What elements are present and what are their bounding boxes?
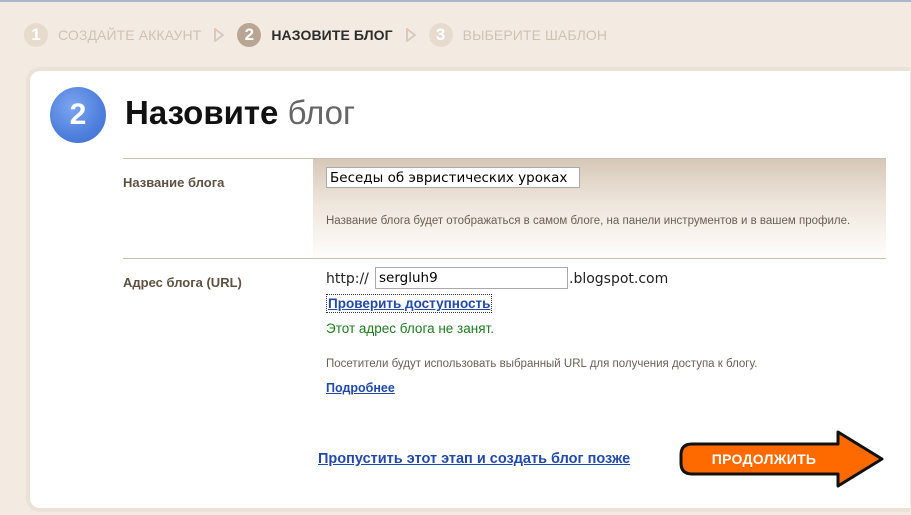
skip-step-link[interactable]: Пропустить этот этап и создать блог позж… <box>318 451 630 467</box>
page-title-bold: Назовите <box>125 94 279 131</box>
blog-name-help-text: Название блога будет отображаться в само… <box>326 215 851 227</box>
continue-button[interactable]: ПРОДОЛЖИТЬ <box>678 429 888 489</box>
step-label: СОЗДАЙТЕ АККАУНТ <box>58 27 202 43</box>
step-number: 2 <box>237 23 262 47</box>
step-label: ВЫБЕРИТЕ ШАБЛОН <box>462 27 608 43</box>
step-create-account: 1 СОЗДАЙТЕ АККАУНТ <box>24 23 201 47</box>
url-prefix: http:// <box>326 271 369 287</box>
current-step-badge: 2 <box>50 87 106 143</box>
check-availability-link[interactable]: Проверить доступность <box>326 294 493 313</box>
blog-setup-card: 2 Назовите блог Название блога Название … <box>26 67 910 512</box>
blog-url-help-text: Посетители будут использовать выбранный … <box>326 358 758 370</box>
step-arrow-icon <box>213 27 225 43</box>
step-choose-template: 3 ВЫБЕРИТЕ ШАБЛОН <box>428 23 608 47</box>
step-name-blog: 2 НАЗОВИТЕ БЛОГ <box>237 23 393 47</box>
divider <box>123 158 886 159</box>
blog-name-input[interactable] <box>326 167 580 188</box>
step-number: 1 <box>24 23 48 47</box>
url-suffix: .blogspot.com <box>569 271 669 287</box>
page-title-rest: блог <box>287 94 356 131</box>
step-arrow-icon <box>405 27 417 43</box>
step-label: НАЗОВИТЕ БЛОГ <box>271 27 393 43</box>
blog-name-label: Название блога <box>123 175 225 190</box>
step-number: 3 <box>428 23 453 47</box>
continue-button-label: ПРОДОЛЖИТЬ <box>711 451 817 467</box>
divider <box>123 258 886 259</box>
learn-more-link[interactable]: Подробнее <box>326 381 395 395</box>
availability-message: Этот адрес блога не занят. <box>326 321 494 336</box>
top-border <box>0 0 911 2</box>
blog-url-input[interactable] <box>375 267 568 289</box>
step-progress: 1 СОЗДАЙТЕ АККАУНТ 2 НАЗОВИТЕ БЛОГ 3 ВЫБ… <box>24 22 607 48</box>
blog-url-label: Адрес блога (URL) <box>123 275 242 290</box>
page-title: Назовите блог <box>125 93 355 133</box>
